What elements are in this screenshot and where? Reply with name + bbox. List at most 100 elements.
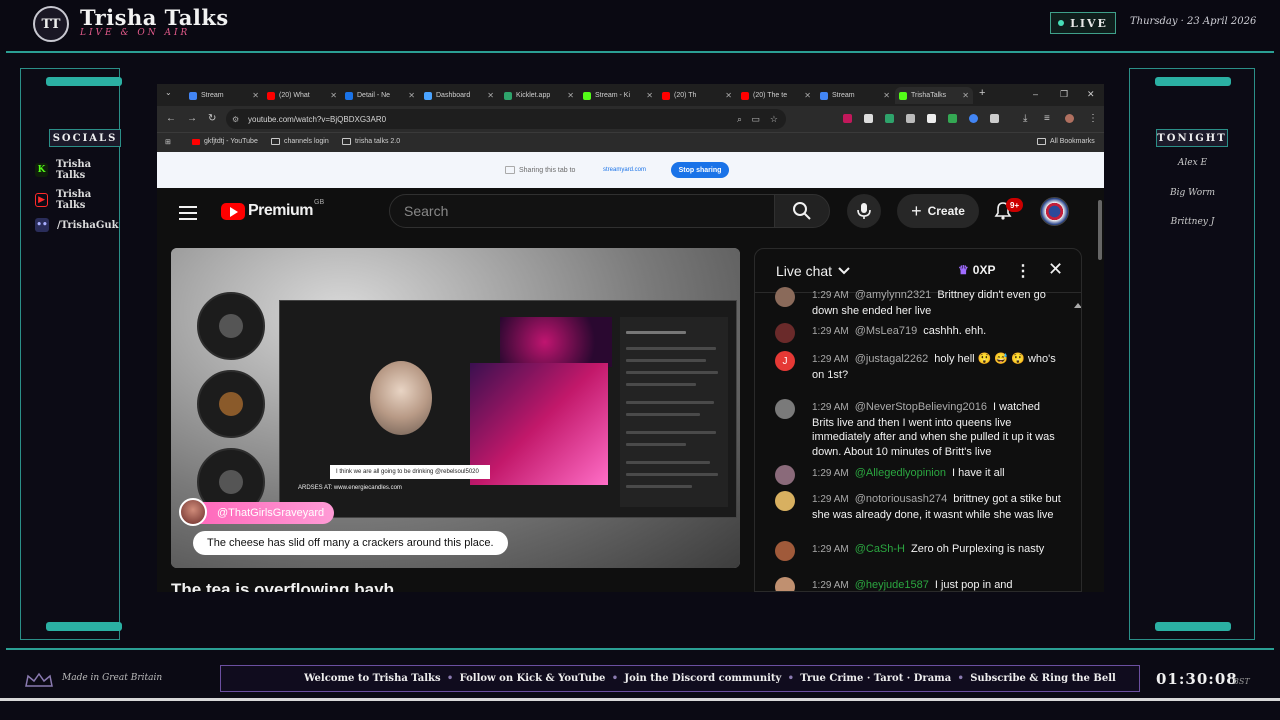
message-author[interactable]: @CaSh-H: [855, 543, 905, 555]
forward-icon[interactable]: →: [187, 113, 197, 124]
share-target-link[interactable]: streamyard.com: [603, 167, 646, 173]
avatar[interactable]: J: [775, 351, 795, 371]
message-author[interactable]: @Allegedlyopinion: [855, 467, 946, 479]
create-button[interactable]: + Create: [897, 194, 979, 228]
close-icon[interactable]: ✕: [883, 91, 890, 100]
browser-tab[interactable]: Stream ✕: [185, 87, 263, 104]
brand-name: Trisha Talks: [80, 5, 229, 30]
tab-search-icon[interactable]: ⌄: [165, 88, 172, 97]
cast-icon[interactable]: ▭: [751, 114, 760, 125]
chat-scroll-up-icon[interactable]: [1074, 303, 1081, 308]
reload-icon[interactable]: ↻: [208, 113, 216, 124]
message-author[interactable]: @justagal2262: [855, 353, 929, 365]
extension-icon[interactable]: [927, 114, 936, 123]
youtube-icon: [192, 138, 200, 145]
close-icon[interactable]: ✕: [252, 91, 259, 100]
chat-overlay-message: The cheese has slid off many a crackers …: [193, 531, 508, 555]
apps-grid-icon[interactable]: ⊞: [165, 138, 171, 146]
message-author[interactable]: @heyjude1587: [855, 579, 929, 591]
browser-tab[interactable]: Stream - Ki ✕: [579, 87, 657, 104]
extension-icon[interactable]: [885, 114, 894, 123]
video-player[interactable]: I think we are all going to be drinking …: [171, 248, 740, 568]
avatar[interactable]: [775, 491, 795, 511]
all-bookmarks[interactable]: All Bookmarks: [1037, 138, 1095, 145]
extension-icon[interactable]: [948, 114, 957, 123]
restore-icon[interactable]: ❐: [1060, 89, 1068, 100]
browser-menu-icon[interactable]: ⋮: [1088, 113, 1098, 124]
message-author[interactable]: @notoriousash274: [855, 493, 948, 505]
browser-tab[interactable]: Dashboard ✕: [420, 87, 498, 104]
close-chat-icon[interactable]: ✕: [1048, 259, 1063, 280]
reading-list-icon[interactable]: ≡: [1044, 113, 1050, 124]
account-avatar[interactable]: [1040, 197, 1069, 226]
close-icon[interactable]: ✕: [487, 91, 494, 100]
youtube-logo-icon[interactable]: [221, 203, 245, 220]
page-scrollbar[interactable]: [1098, 200, 1102, 260]
bookmark-label: gkfjtdtj - YouTube: [204, 138, 258, 145]
browser-tab[interactable]: (20) What ✕: [263, 87, 341, 104]
extension-icon[interactable]: [969, 114, 978, 123]
avatar[interactable]: [775, 323, 795, 343]
avatar[interactable]: [775, 287, 795, 307]
avatar[interactable]: [775, 399, 795, 419]
search-input[interactable]: Search: [389, 194, 775, 228]
close-icon[interactable]: ✕: [330, 91, 337, 100]
browser-tab[interactable]: (20) The te ✕: [737, 87, 815, 104]
more-options-icon[interactable]: ⋮: [1015, 261, 1031, 281]
extension-icon[interactable]: [843, 114, 852, 123]
bookmark-folder[interactable]: trisha talks 2.0: [342, 138, 400, 145]
message-author[interactable]: @NeverStopBelieving2016: [855, 401, 987, 413]
bookmark-folder[interactable]: channels login: [271, 138, 329, 145]
message-author[interactable]: @MsLea719: [855, 325, 918, 337]
search-button[interactable]: [774, 194, 830, 228]
browser-tab[interactable]: (20) Th ✕: [658, 87, 736, 104]
bookmark-star-icon[interactable]: ☆: [770, 114, 778, 125]
stop-sharing-button[interactable]: Stop sharing: [671, 162, 729, 178]
profile-avatar[interactable]: [1065, 114, 1074, 123]
social-label: Trisha Talks: [56, 189, 92, 211]
bookmark-label: channels login: [284, 138, 329, 145]
close-icon[interactable]: ✕: [725, 91, 732, 100]
back-icon[interactable]: ←: [166, 113, 176, 124]
ticker-item: Subscribe & Ring the Bell: [970, 673, 1116, 684]
ticker-item: Follow on Kick & YouTube: [459, 673, 606, 684]
avatar[interactable]: [775, 541, 795, 561]
channel-logo: TT: [33, 6, 69, 42]
address-bar[interactable]: ⚙ youtube.com/watch?v=BjQBDXG3AR0 ⌕ ▭ ☆: [226, 109, 786, 129]
extensions-puzzle-icon[interactable]: [990, 114, 999, 123]
download-icon[interactable]: ⤓: [1023, 113, 1027, 124]
browser-tab[interactable]: Kicklet.app ✕: [500, 87, 578, 104]
extension-icon[interactable]: [864, 114, 873, 123]
browser-tab[interactable]: Detail - Ne ✕: [341, 87, 419, 104]
site-info-icon[interactable]: ⚙: [232, 115, 239, 124]
browser-window: ⌄ Stream ✕ (20) What ✕ Detail - Ne ✕ Dashbo…: [157, 84, 1104, 592]
new-tab-icon[interactable]: +: [979, 87, 985, 99]
close-icon[interactable]: ✕: [646, 91, 653, 100]
browser-tab-active[interactable]: TrishaTalks ✕: [895, 87, 973, 104]
top-divider: [6, 51, 1274, 53]
plus-icon: +: [911, 200, 922, 221]
message-time: 1:29 AM: [812, 494, 849, 505]
live-chat-mode-dropdown[interactable]: Live chat: [776, 263, 850, 279]
close-icon[interactable]: ✕: [567, 91, 574, 100]
window-close-icon[interactable]: ✕: [1087, 89, 1095, 100]
xp-badge[interactable]: ♛ 0XP: [958, 263, 995, 277]
close-icon[interactable]: ✕: [962, 91, 969, 100]
menu-icon[interactable]: [179, 206, 197, 220]
zoom-icon[interactable]: ⌕: [737, 114, 742, 125]
crown-icon: [25, 672, 53, 687]
social-item-youtube: ▶ Trisha Talks: [35, 189, 119, 211]
bookmark-item[interactable]: gkfjtdtj - YouTube: [192, 138, 258, 145]
browser-tab[interactable]: Stream ✕: [816, 87, 894, 104]
minimize-icon[interactable]: –: [1033, 89, 1038, 99]
message-author[interactable]: @amylynn2321: [855, 289, 932, 301]
youtube-premium-text[interactable]: Premium: [248, 202, 313, 220]
avatar[interactable]: [775, 577, 795, 591]
close-icon[interactable]: ✕: [408, 91, 415, 100]
close-icon[interactable]: ✕: [804, 91, 811, 100]
xp-value: 0XP: [972, 263, 996, 277]
voice-search-button[interactable]: [847, 194, 881, 228]
avatar[interactable]: [775, 465, 795, 485]
nested-transcript-panel: [620, 317, 728, 507]
extension-icon[interactable]: [906, 114, 915, 123]
